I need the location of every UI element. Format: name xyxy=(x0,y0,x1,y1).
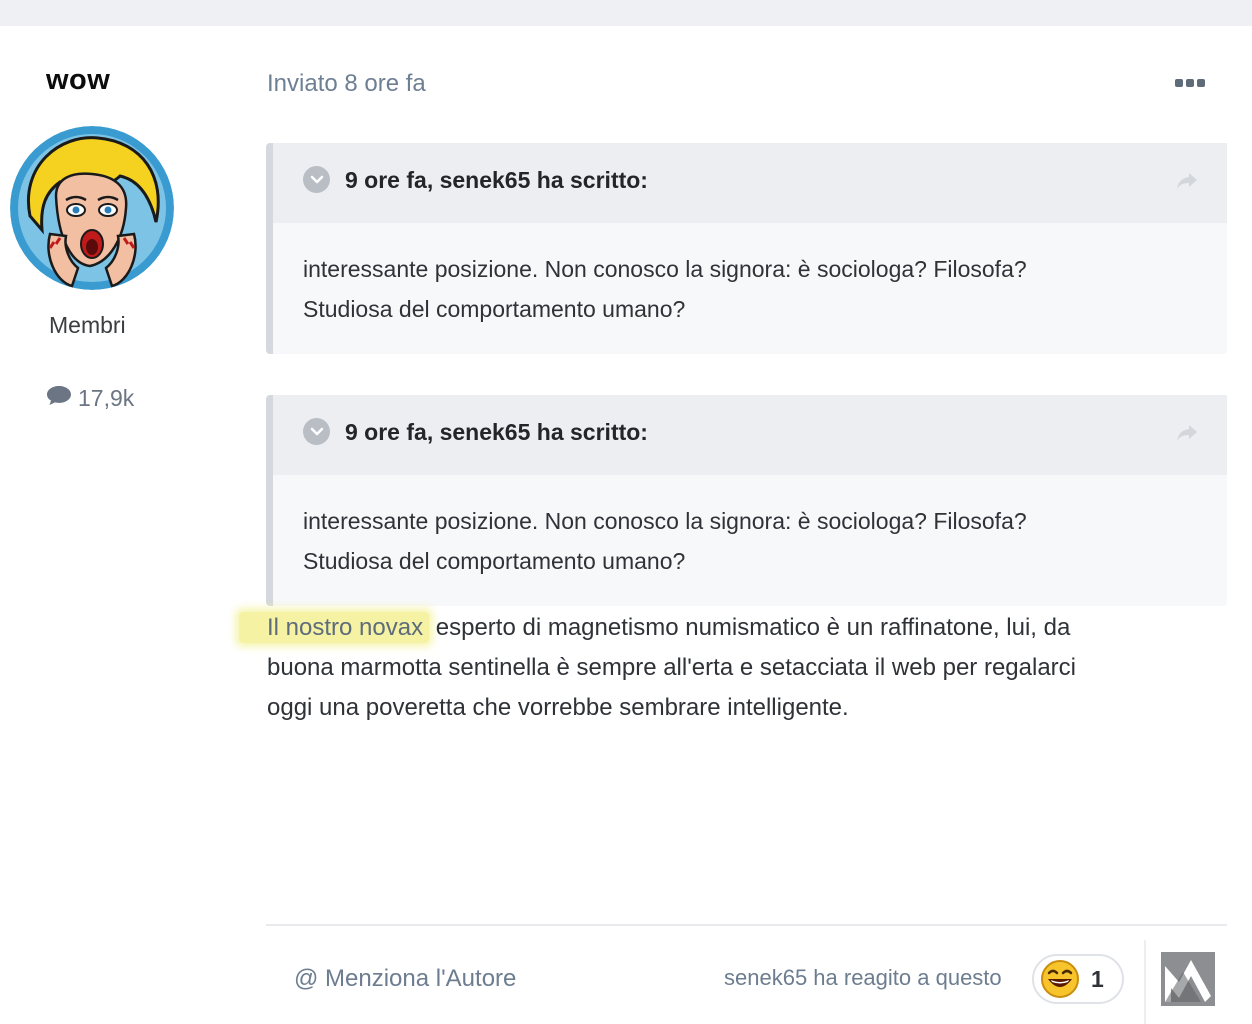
mention-author-link[interactable]: @ Menziona l'Autore xyxy=(294,965,516,993)
quote-line: Studiosa del comportamento umano? xyxy=(303,548,686,574)
quote-line: interessante posizione. Non conosco la s… xyxy=(303,256,1027,282)
quote-line: interessante posizione. Non conosco la s… xyxy=(303,508,1027,534)
more-options-button[interactable] xyxy=(1170,70,1210,96)
post-line: oggi una poveretta che vorrebbe sembrare… xyxy=(267,694,849,721)
chevron-down-icon xyxy=(310,175,323,183)
speech-bubble-icon xyxy=(46,384,72,412)
quote-header: 9 ore fa, senek65 ha scritto: xyxy=(273,395,1227,475)
quote-share-button[interactable] xyxy=(1175,423,1199,448)
quote-citation: 9 ore fa, senek65 ha scritto: xyxy=(345,167,648,193)
quote-share-button[interactable] xyxy=(1175,171,1199,196)
post-content: Il nostro novax esperto di magnetismo nu… xyxy=(239,608,1207,728)
post-line: buona marmotta sentinella è sempre all'e… xyxy=(267,654,1076,681)
author-post-count: 17,9k xyxy=(46,384,134,412)
share-arrow-icon xyxy=(1177,173,1197,189)
quote-text: interessante posizione. Non conosco la s… xyxy=(273,475,1227,581)
post-date[interactable]: Inviato 8 ore fa xyxy=(267,70,426,98)
quote-line: Studiosa del comportamento umano? xyxy=(303,296,686,322)
quote-block: 9 ore fa, senek65 ha scritto: interessan… xyxy=(266,143,1227,354)
quote-header: 9 ore fa, senek65 ha scritto: xyxy=(273,143,1227,223)
post-count-value: 17,9k xyxy=(78,384,135,411)
author-group: Membri xyxy=(49,312,126,338)
laughing-emoji-icon xyxy=(1041,960,1079,998)
footer-separator xyxy=(1144,940,1146,1024)
quote-block: 9 ore fa, senek65 ha scritto: interessan… xyxy=(266,395,1227,606)
post-line: Il nostro novax esperto di magnetismo nu… xyxy=(239,608,1207,648)
author-name[interactable]: wow xyxy=(46,64,110,97)
quote-toggle-button[interactable] xyxy=(303,166,330,193)
top-bar xyxy=(0,0,1252,26)
author-avatar[interactable] xyxy=(10,126,174,290)
post-line-rest: esperto di magnetismo numismatico è un r… xyxy=(429,614,1071,641)
reaction-badge[interactable]: 1 xyxy=(1032,954,1124,1004)
more-dots-icon xyxy=(1175,79,1183,87)
reaction-summary[interactable]: senek65 ha reagito a questo xyxy=(724,965,1002,991)
quote-text: interessante posizione. Non conosco la s… xyxy=(273,223,1227,329)
highlighted-text: Il nostro novax xyxy=(239,612,430,643)
quote-toggle-button[interactable] xyxy=(303,418,330,445)
reaction-count: 1 xyxy=(1091,966,1104,992)
chevron-down-icon xyxy=(310,427,323,435)
footer-divider xyxy=(266,924,1227,926)
quote-citation: 9 ore fa, senek65 ha scritto: xyxy=(345,419,648,445)
share-arrow-icon xyxy=(1177,425,1197,441)
forum-logo-icon xyxy=(1161,952,1215,1006)
react-button-logo[interactable] xyxy=(1161,952,1215,1006)
